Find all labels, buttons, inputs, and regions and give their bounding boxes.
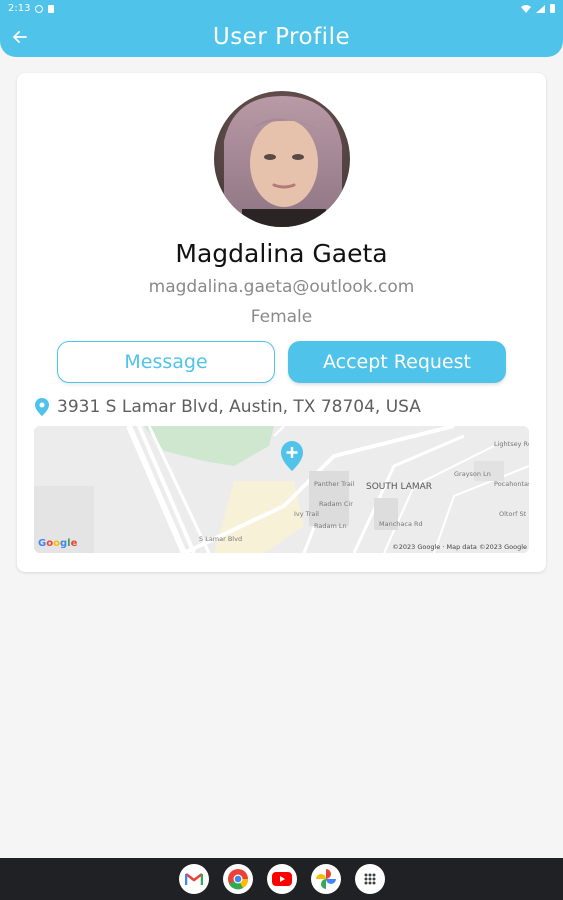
map-canvas: Panther Trail Radam Cir Radam Ln Manchac… bbox=[34, 426, 529, 553]
address-text: 3931 S Lamar Blvd, Austin, TX 78704, USA bbox=[57, 397, 421, 417]
app-bar: User Profile bbox=[0, 17, 563, 57]
status-bar: 2:13 bbox=[0, 0, 563, 17]
street-label: Radam Cir bbox=[319, 500, 353, 508]
battery-icon bbox=[550, 4, 555, 13]
user-gender: Female bbox=[250, 307, 313, 327]
avatar bbox=[214, 91, 350, 227]
chrome-glyph bbox=[227, 869, 248, 890]
map-area-label: SOUTH LAMAR bbox=[366, 482, 433, 492]
youtube-icon[interactable] bbox=[266, 864, 297, 894]
grid-glyph bbox=[364, 873, 375, 885]
page-title: User Profile bbox=[212, 24, 351, 50]
location-pin-icon bbox=[35, 398, 49, 416]
street-label: Grayson Ln bbox=[454, 470, 491, 478]
app-drawer-icon[interactable] bbox=[354, 864, 385, 894]
street-label: Ivy Trail bbox=[294, 510, 319, 518]
wifi-icon bbox=[521, 4, 531, 13]
location-map[interactable]: Panther Trail Radam Cir Radam Ln Manchac… bbox=[34, 426, 529, 553]
gmail-glyph bbox=[184, 873, 203, 885]
taskbar bbox=[0, 858, 563, 900]
street-label: Manchaca Rd bbox=[379, 520, 423, 528]
user-email: magdalina.gaeta@outlook.com bbox=[148, 277, 415, 297]
street-label: Pocahontas Trail bbox=[494, 480, 529, 488]
arrow-left-icon bbox=[13, 31, 27, 43]
street-label: S Lamar Blvd bbox=[199, 535, 242, 543]
signal-icon bbox=[536, 4, 545, 13]
google-logo: Google bbox=[38, 538, 78, 549]
street-label: Oltorf St bbox=[499, 510, 527, 518]
profile-card: Magdalina Gaeta magdalina.gaeta@outlook.… bbox=[17, 73, 546, 572]
address-row: 3931 S Lamar Blvd, Austin, TX 78704, USA bbox=[35, 395, 535, 419]
status-right bbox=[521, 4, 555, 13]
sd-card-icon bbox=[48, 4, 55, 13]
accept-request-button[interactable]: Accept Request bbox=[288, 341, 506, 383]
avatar-photo bbox=[214, 91, 350, 227]
user-name: Magdalina Gaeta bbox=[175, 239, 388, 268]
street-label: Radam Ln bbox=[314, 522, 347, 530]
status-time: 2:13 bbox=[8, 3, 31, 14]
gmail-icon[interactable] bbox=[178, 864, 209, 894]
photos-icon[interactable] bbox=[310, 864, 341, 894]
photos-glyph bbox=[315, 869, 336, 889]
map-copyright: ©2023 Google · Map data ©2023 Google bbox=[392, 543, 527, 551]
status-left: 2:13 bbox=[8, 3, 55, 14]
youtube-glyph bbox=[271, 872, 292, 886]
message-button[interactable]: Message bbox=[57, 341, 275, 383]
chrome-icon[interactable] bbox=[222, 864, 253, 894]
sync-icon bbox=[35, 4, 44, 13]
street-label: Lightsey Rd bbox=[494, 440, 529, 448]
street-label: Panther Trail bbox=[314, 480, 355, 488]
back-button[interactable] bbox=[10, 27, 30, 47]
